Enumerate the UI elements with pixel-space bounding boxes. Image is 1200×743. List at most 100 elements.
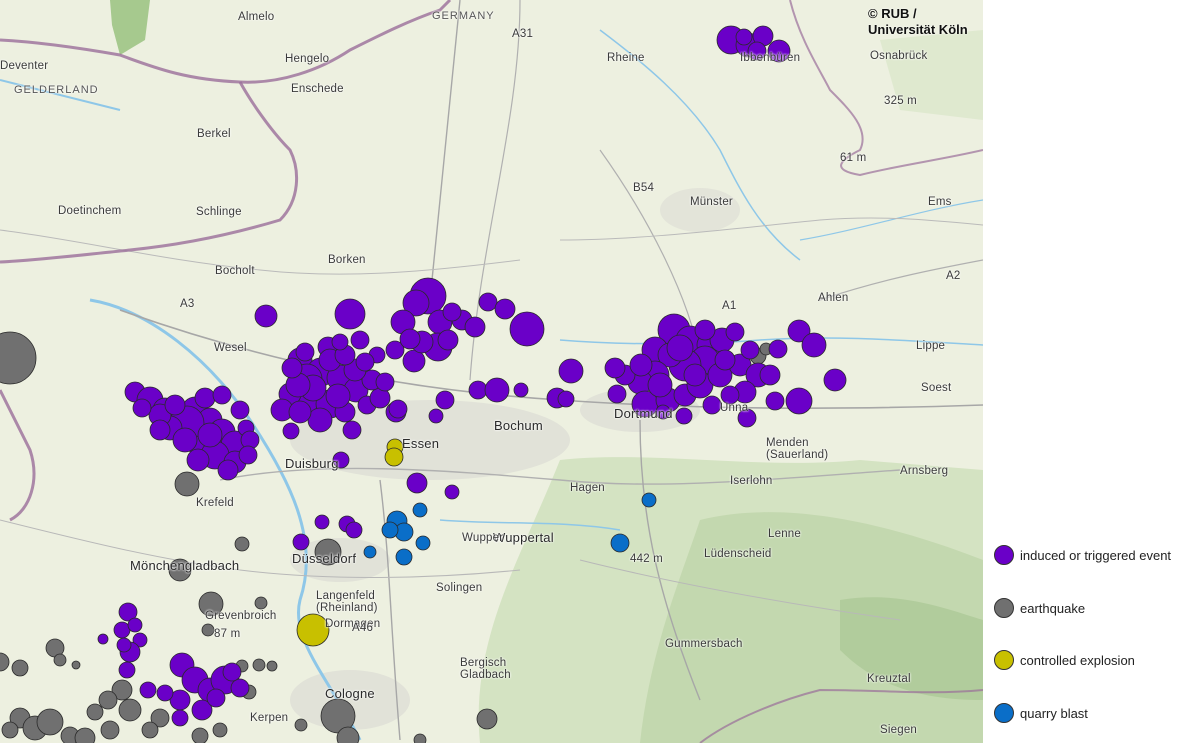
- quarry-event-marker[interactable]: [641, 492, 657, 508]
- induced-event-marker[interactable]: [725, 322, 745, 342]
- earthquake-event-marker[interactable]: [191, 727, 209, 743]
- induced-event-marker[interactable]: [186, 448, 210, 472]
- induced-event-marker[interactable]: [197, 422, 223, 448]
- induced-event-marker[interactable]: [666, 334, 694, 362]
- induced-event-marker[interactable]: [118, 661, 136, 679]
- induced-event-marker[interactable]: [350, 330, 370, 350]
- induced-event-marker[interactable]: [428, 408, 444, 424]
- earthquake-event-marker[interactable]: [266, 660, 278, 672]
- earthquake-event-marker[interactable]: [1, 721, 19, 739]
- quarry-event-marker[interactable]: [415, 535, 431, 551]
- induced-event-marker[interactable]: [558, 358, 584, 384]
- induced-event-marker[interactable]: [557, 390, 575, 408]
- earthquake-event-marker[interactable]: [174, 471, 200, 497]
- induced-event-marker[interactable]: [355, 352, 375, 372]
- induced-event-marker[interactable]: [325, 383, 351, 409]
- induced-event-marker[interactable]: [222, 662, 242, 682]
- quarry-event-marker[interactable]: [412, 502, 428, 518]
- quarry-event-marker[interactable]: [363, 545, 377, 559]
- induced-event-marker[interactable]: [714, 349, 736, 371]
- induced-event-marker[interactable]: [435, 390, 455, 410]
- induced-event-marker[interactable]: [97, 633, 109, 645]
- induced-event-marker[interactable]: [702, 395, 722, 415]
- induced-event-marker[interactable]: [132, 398, 152, 418]
- induced-event-marker[interactable]: [139, 681, 157, 699]
- induced-event-marker[interactable]: [230, 400, 250, 420]
- earthquake-event-marker[interactable]: [86, 703, 104, 721]
- induced-event-marker[interactable]: [281, 357, 303, 379]
- induced-event-marker[interactable]: [288, 400, 312, 424]
- induced-event-marker[interactable]: [254, 304, 278, 328]
- induced-event-marker[interactable]: [295, 342, 315, 362]
- induced-event-marker[interactable]: [230, 678, 250, 698]
- induced-event-marker[interactable]: [759, 364, 781, 386]
- induced-event-marker[interactable]: [468, 380, 488, 400]
- induced-event-marker[interactable]: [399, 328, 421, 350]
- induced-event-marker[interactable]: [629, 353, 653, 377]
- induced-event-marker[interactable]: [217, 459, 239, 481]
- induced-event-marker[interactable]: [282, 422, 300, 440]
- earthquake-event-marker[interactable]: [11, 659, 29, 677]
- induced-event-marker[interactable]: [513, 382, 529, 398]
- earthquake-event-marker[interactable]: [212, 722, 228, 738]
- induced-event-marker[interactable]: [212, 385, 232, 405]
- map-canvas[interactable]: Almelo Deventer Hengelo Enschede GELDERLAND D…: [0, 0, 983, 743]
- induced-event-marker[interactable]: [607, 384, 627, 404]
- induced-event-marker[interactable]: [509, 311, 545, 347]
- induced-event-marker[interactable]: [444, 484, 460, 500]
- induced-event-marker[interactable]: [442, 302, 462, 322]
- induced-event-marker[interactable]: [206, 688, 226, 708]
- induced-event-marker[interactable]: [647, 372, 673, 398]
- induced-event-marker[interactable]: [116, 637, 132, 653]
- induced-event-marker[interactable]: [694, 319, 716, 341]
- induced-event-marker[interactable]: [494, 298, 516, 320]
- earthquake-event-marker[interactable]: [254, 596, 268, 610]
- induced-event-marker[interactable]: [127, 617, 143, 633]
- induced-event-marker[interactable]: [765, 391, 785, 411]
- induced-event-marker[interactable]: [604, 357, 626, 379]
- induced-event-marker[interactable]: [171, 709, 189, 727]
- induced-event-marker[interactable]: [113, 621, 131, 639]
- induced-event-marker[interactable]: [238, 445, 258, 465]
- earthquake-event-marker[interactable]: [100, 720, 120, 740]
- induced-event-marker[interactable]: [675, 407, 693, 425]
- induced-event-marker[interactable]: [342, 420, 362, 440]
- earthquake-event-marker[interactable]: [476, 708, 498, 730]
- induced-event-marker[interactable]: [464, 316, 486, 338]
- earthquake-event-marker[interactable]: [71, 660, 81, 670]
- earthquake-event-marker[interactable]: [234, 536, 250, 552]
- earthquake-event-marker[interactable]: [141, 721, 159, 739]
- induced-event-marker[interactable]: [375, 372, 395, 392]
- induced-event-marker[interactable]: [164, 394, 186, 416]
- earthquake-event-marker[interactable]: [36, 708, 64, 736]
- induced-event-marker[interactable]: [801, 332, 827, 358]
- induced-event-marker[interactable]: [194, 387, 216, 409]
- induced-event-marker[interactable]: [785, 387, 813, 415]
- earthquake-event-marker[interactable]: [53, 653, 67, 667]
- induced-event-marker[interactable]: [768, 339, 788, 359]
- earthquake-event-marker[interactable]: [201, 623, 215, 637]
- induced-event-marker[interactable]: [331, 333, 349, 351]
- induced-event-marker[interactable]: [823, 368, 847, 392]
- induced-event-marker[interactable]: [156, 684, 174, 702]
- induced-event-marker[interactable]: [484, 377, 510, 403]
- quarry-event-marker[interactable]: [610, 533, 630, 553]
- earthquake-event-marker[interactable]: [252, 658, 266, 672]
- induced-event-marker[interactable]: [388, 399, 408, 419]
- induced-event-marker[interactable]: [345, 521, 363, 539]
- earthquake-event-marker[interactable]: [294, 718, 308, 732]
- quarry-event-marker[interactable]: [395, 548, 413, 566]
- earthquake-event-marker[interactable]: [98, 690, 118, 710]
- explosion-event-marker[interactable]: [384, 447, 404, 467]
- earthquake-event-marker[interactable]: [118, 698, 142, 722]
- earthquake-event-marker[interactable]: [413, 733, 427, 743]
- induced-event-marker[interactable]: [292, 533, 310, 551]
- induced-event-marker[interactable]: [307, 407, 333, 433]
- induced-event-marker[interactable]: [406, 472, 428, 494]
- induced-event-marker[interactable]: [740, 340, 760, 360]
- induced-event-marker[interactable]: [478, 292, 498, 312]
- induced-event-marker[interactable]: [735, 28, 753, 46]
- induced-event-marker[interactable]: [683, 363, 707, 387]
- induced-event-marker[interactable]: [334, 298, 366, 330]
- quarry-event-marker[interactable]: [381, 521, 399, 539]
